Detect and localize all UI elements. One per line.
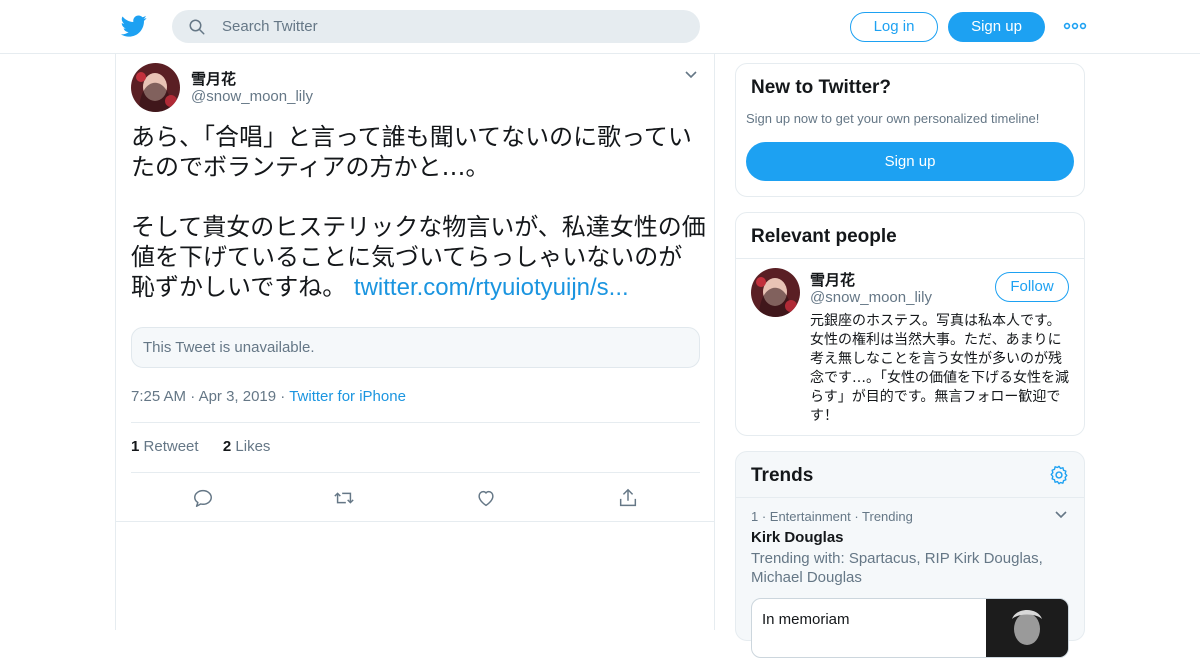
login-button[interactable]: Log in — [850, 12, 938, 42]
author-handle[interactable]: @snow_moon_lily — [191, 88, 313, 105]
trend-name[interactable]: Kirk Douglas — [751, 529, 844, 546]
likes-count: 2 — [222, 438, 232, 455]
tweet-text-paragraph-1: あら、「合唱」と言って誰も聞いてないのに歌っていたのでボランティアの方かと…。 — [131, 123, 692, 181]
portrait-photo-icon — [986, 599, 1068, 657]
avatar-photo-icon — [131, 63, 180, 112]
trend-media-thumbnail — [986, 599, 1068, 657]
tweet-detail-column: 雪月花 @snow_moon_lily あら、「合唱」と言って誰も聞いてないのに… — [115, 54, 715, 630]
new-to-twitter-title: New to Twitter? — [751, 77, 892, 98]
gear-icon[interactable] — [1048, 464, 1070, 486]
share-icon[interactable] — [617, 487, 639, 509]
more-options-icon[interactable] — [1063, 18, 1087, 34]
relevant-people-title: Relevant people — [751, 226, 897, 247]
author-display-name[interactable]: 雪月花 — [191, 68, 236, 89]
trend-media-card[interactable]: In memoriam — [751, 598, 1069, 658]
tweet-action-bar — [116, 482, 716, 512]
tweet-link[interactable]: twitter.com/rtyuiotyuijn/s... — [354, 274, 629, 301]
search-bar[interactable] — [172, 10, 700, 43]
tweet-stats: 1 Retweet 2 Likes — [131, 438, 270, 455]
divider — [131, 472, 700, 473]
relevant-person-handle[interactable]: @snow_moon_lily — [810, 289, 932, 306]
trend-related: Trending with: Spartacus, RIP Kirk Dougl… — [751, 550, 1043, 586]
tweet-source-link[interactable]: Twitter for iPhone — [289, 388, 406, 405]
tweet-metadata: 7:25 AM · Apr 3, 2019 · Twitter for iPho… — [131, 388, 406, 405]
trends-card: Trends 1 · Entertainment · Trending Kirk… — [735, 451, 1085, 658]
likes-stat-label: Likes — [235, 438, 271, 455]
likes-stat[interactable]: 2 Likes — [223, 438, 271, 455]
trends-title: Trends — [751, 465, 814, 486]
chevron-down-icon[interactable] — [684, 70, 698, 80]
tweet-text: あら、「合唱」と言って誰も聞いてないのに歌っていたのでボランティアの方かと…。 … — [131, 122, 706, 303]
retweet-stat-label: Retweet — [143, 438, 199, 455]
meta-separator: · — [280, 388, 290, 405]
like-heart-icon[interactable] — [475, 487, 497, 509]
signup-button[interactable]: Sign up — [948, 12, 1045, 42]
divider — [736, 258, 1084, 259]
search-icon — [189, 19, 205, 35]
meta-separator: · — [190, 388, 199, 405]
new-to-twitter-subtitle: Sign up now to get your own personalized… — [746, 111, 1040, 126]
sidebar-signup-button[interactable]: Sign up — [746, 142, 1074, 181]
relevant-person-name[interactable]: 雪月花 — [810, 269, 855, 290]
tweet-time[interactable]: 7:25 AM — [131, 388, 186, 405]
trend-media-label: In memoriam — [762, 611, 850, 628]
retweet-icon[interactable] — [333, 487, 355, 509]
twitter-bird-logo-icon[interactable] — [120, 13, 148, 39]
chevron-down-icon[interactable] — [1054, 510, 1068, 520]
quoted-tweet-unavailable: This Tweet is unavailable. — [131, 327, 700, 368]
retweet-stat[interactable]: 1 Retweet — [131, 438, 199, 455]
tweet-text-paragraph-2: そして貴女のヒステリックな物言いが、私達女性の価値を下げていることに気づいてらっ… — [131, 212, 706, 303]
divider — [736, 497, 1084, 498]
relevant-person-avatar[interactable] — [751, 268, 800, 317]
author-avatar[interactable] — [131, 63, 180, 112]
reply-icon[interactable] — [192, 487, 214, 509]
relevant-people-card: Relevant people 雪月花 @snow_moon_lily Foll… — [735, 212, 1085, 436]
retweet-count: 1 — [131, 438, 140, 455]
follow-button[interactable]: Follow — [995, 272, 1069, 302]
top-navigation-bar: Log in Sign up — [0, 0, 1200, 54]
relevant-person-bio: 元銀座のホステス。写真は私本人です。 女性の権利は当然大事。ただ、あまりに考え無… — [810, 313, 1069, 424]
search-input[interactable] — [222, 10, 682, 43]
divider — [131, 422, 700, 423]
avatar-photo-icon — [751, 268, 800, 317]
trend-meta: 1 · Entertainment · Trending — [751, 509, 913, 524]
tweet-date[interactable]: Apr 3, 2019 — [199, 388, 277, 405]
divider — [116, 521, 714, 522]
new-to-twitter-card: New to Twitter? Sign up now to get your … — [735, 63, 1085, 197]
